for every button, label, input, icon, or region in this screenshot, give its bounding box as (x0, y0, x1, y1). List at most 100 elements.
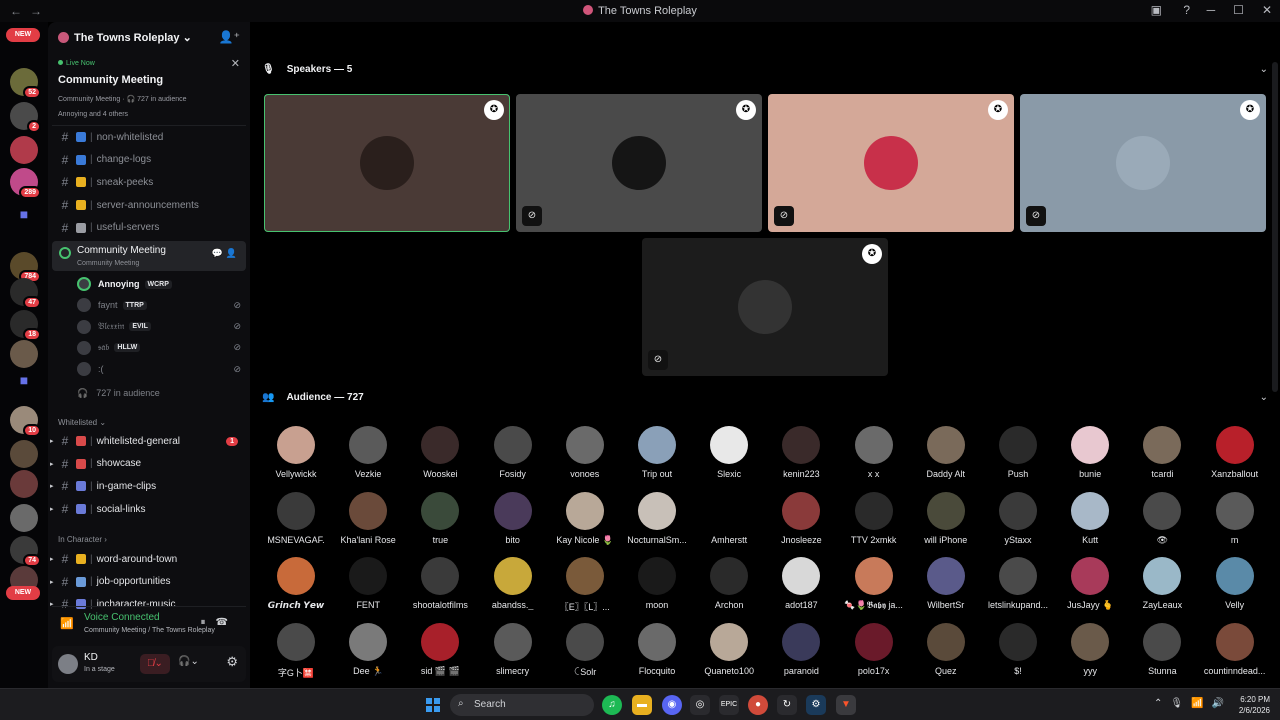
audience-member[interactable]: moon (622, 557, 692, 610)
app-icon[interactable]: ↻ (777, 695, 797, 715)
channel-showcase[interactable]: ▸ # | showcase (50, 454, 242, 474)
audience-member[interactable]: ZayLeaux (1127, 557, 1197, 610)
server-icon[interactable] (10, 440, 38, 468)
server-icon[interactable]: 74 (10, 536, 41, 567)
audience-member[interactable]: bito (478, 491, 548, 545)
channel-job-opportunities[interactable]: ▸ # | job-opportunities (50, 572, 242, 592)
stage-user[interactable]: 𝔰𝔞𝔟 HLLW ⊘ (77, 339, 247, 357)
audience-member[interactable]: MSNEVAGAF. (261, 491, 331, 545)
audience-member[interactable]: Archon (694, 557, 764, 610)
audience-member[interactable]: bunie (1055, 426, 1125, 479)
headphones-toggle-icon[interactable]: 🎧⌄ (178, 656, 199, 667)
stage-channel-actions[interactable]: 💬👤 (212, 248, 240, 259)
audience-member[interactable]: Stunna (1127, 622, 1197, 676)
audience-member[interactable]: 字G卜🈲 (261, 622, 331, 679)
system-tray[interactable]: ⌃🎙📶🔊 (1154, 698, 1232, 709)
audience-member[interactable]: yyy (1055, 622, 1125, 676)
audience-member[interactable]: Flocquito (622, 622, 692, 676)
audience-member[interactable]: tcardi (1127, 426, 1197, 479)
channel-non-whitelisted[interactable]: # | non-whitelisted (56, 127, 242, 147)
clock[interactable]: 6:20 PM 2/6/2026 (1239, 694, 1270, 716)
audience-member[interactable]: will iPhone (911, 491, 981, 545)
audience-member[interactable]: yStaxx (983, 491, 1053, 545)
gear-icon[interactable]: ⚙ (226, 654, 238, 670)
server-icon[interactable] (10, 504, 38, 532)
stage-user[interactable]: 𝔅𝔩𝔢𝔵𝔵𝔦𝔫 EVIL ⊘ (77, 318, 247, 336)
audience-member[interactable]: TTV 2xmkk (839, 491, 909, 545)
audience-member[interactable]: Vezkie (333, 426, 403, 479)
channel-sneak-peeks[interactable]: # | sneak-peeks (56, 172, 242, 192)
brave-icon[interactable]: ▼ (836, 695, 856, 715)
audience-member[interactable]: ꉔSolr (550, 622, 620, 678)
speaker-tile[interactable]: ✪ ⊘ (768, 94, 1014, 232)
category-whitelisted[interactable]: Whitelisted ⌄ (58, 418, 106, 427)
avatar[interactable] (58, 654, 78, 674)
channel-word-around-town[interactable]: ▸ # | word-around-town (50, 549, 242, 569)
spotify-icon[interactable]: ♫ (602, 695, 622, 715)
audience-member[interactable]: 👁 (1127, 491, 1197, 546)
inbox-icon[interactable]: ▣ (1151, 3, 1162, 17)
server-icon[interactable] (10, 136, 38, 164)
server-icon[interactable]: 18 (10, 310, 41, 341)
audience-member[interactable]: abandss._ (478, 557, 548, 610)
close-button[interactable]: ✕ (1262, 3, 1272, 17)
speaker-tile[interactable]: ✪ ⊘ (1020, 94, 1266, 232)
channel-whitelisted-general[interactable]: ▸ # | whitelisted-general 1 (50, 431, 242, 451)
minimize-button[interactable]: ─ (1207, 3, 1216, 17)
audience-member[interactable]: countinndead... (1200, 622, 1270, 676)
audience-member[interactable]: Daddy Alt (911, 426, 981, 479)
stage-channel-community-meeting[interactable]: Community Meeting Community Meeting 💬👤 (52, 241, 246, 271)
discord-icon[interactable]: ◉ (662, 695, 682, 715)
audience-member[interactable]: Jnosleeze (766, 491, 836, 545)
speaker-tile[interactable]: ✪ ⊘ (642, 238, 888, 376)
stage-user[interactable]: Annoying WCRP (77, 275, 247, 293)
chevron-down-icon[interactable]: ⌄ (1260, 64, 1268, 75)
audience-member[interactable]: JusJayy 🫰 (1055, 557, 1125, 611)
server-icon[interactable]: 2 (10, 102, 41, 133)
audience-member[interactable]: 〖E〗〖L〗... (550, 557, 620, 613)
audience-member[interactable]: Kha'lani Rose (333, 491, 403, 545)
audience-member[interactable]: vonoes (550, 426, 620, 479)
audience-member[interactable]: FENT (333, 557, 403, 610)
audience-member[interactable]: 𝙂𝙧𝙞𝙣𝙘𝙝 𝙔𝙚𝙬 (261, 557, 331, 611)
server-icon[interactable]: 47 (10, 278, 41, 309)
audience-member[interactable]: Fosidy (478, 426, 548, 479)
invite-people-icon[interactable]: 👤⁺ (219, 30, 240, 44)
server-icon[interactable]: 52 (10, 68, 41, 99)
audience-member[interactable]: Kay Nicole 🌷 (550, 491, 620, 546)
audience-member[interactable]: x x (839, 426, 909, 479)
app-icon[interactable]: ◎ (690, 695, 710, 715)
audience-member[interactable]: Trip out (622, 426, 692, 479)
audience-member[interactable]: 🍬🌷𝕭𝖆𝖇𝖞 ja... (839, 557, 909, 611)
audience-member[interactable]: Push (983, 426, 1053, 479)
maximize-button[interactable]: ☐ (1233, 3, 1244, 17)
epic-games-icon[interactable]: EPIC (719, 695, 739, 715)
category-in-character[interactable]: In Character › (58, 535, 107, 544)
audience-member[interactable]: shootalotfilms (405, 557, 475, 610)
stage-user[interactable]: faynt TTRP ⊘ (77, 296, 247, 314)
audience-count-row[interactable]: 🎧 727 in audience (77, 384, 247, 402)
steam-icon[interactable]: ⚙ (806, 695, 826, 715)
server-icon[interactable]: 10 (10, 406, 41, 437)
audience-member[interactable]: kenin223 (766, 426, 836, 479)
guild-header[interactable]: The Towns Roleplay ⌄ (58, 31, 192, 44)
speaker-tile[interactable]: ✪ ⊘ (516, 94, 762, 232)
taskbar-search[interactable]: ⌕ Search (450, 694, 594, 716)
audience-member[interactable]: Amherstt (694, 491, 764, 545)
windows-start-icon[interactable] (426, 698, 440, 712)
server-icon[interactable] (10, 470, 38, 498)
audience-member[interactable]: Slexic (694, 426, 764, 479)
file-explorer-icon[interactable]: ▬ (632, 695, 652, 715)
audience-member[interactable]: Wooskei (405, 426, 475, 479)
channel-server-announcements[interactable]: # | server-announcements (56, 195, 242, 215)
audience-member[interactable]: NocturnalSm... (622, 491, 692, 545)
chrome-icon[interactable]: ● (748, 695, 768, 715)
stage-user[interactable]: :(⊘ (77, 360, 247, 378)
audience-member[interactable]: $! (983, 622, 1053, 676)
audience-member[interactable]: slimecry (478, 622, 548, 676)
audience-member[interactable]: Kutt (1055, 491, 1125, 545)
scrollbar[interactable] (1272, 62, 1278, 682)
audience-member[interactable]: polo17x (839, 622, 909, 676)
server-icon[interactable]: 784 (10, 252, 41, 283)
audience-member[interactable]: letslinkupand... (983, 557, 1053, 610)
